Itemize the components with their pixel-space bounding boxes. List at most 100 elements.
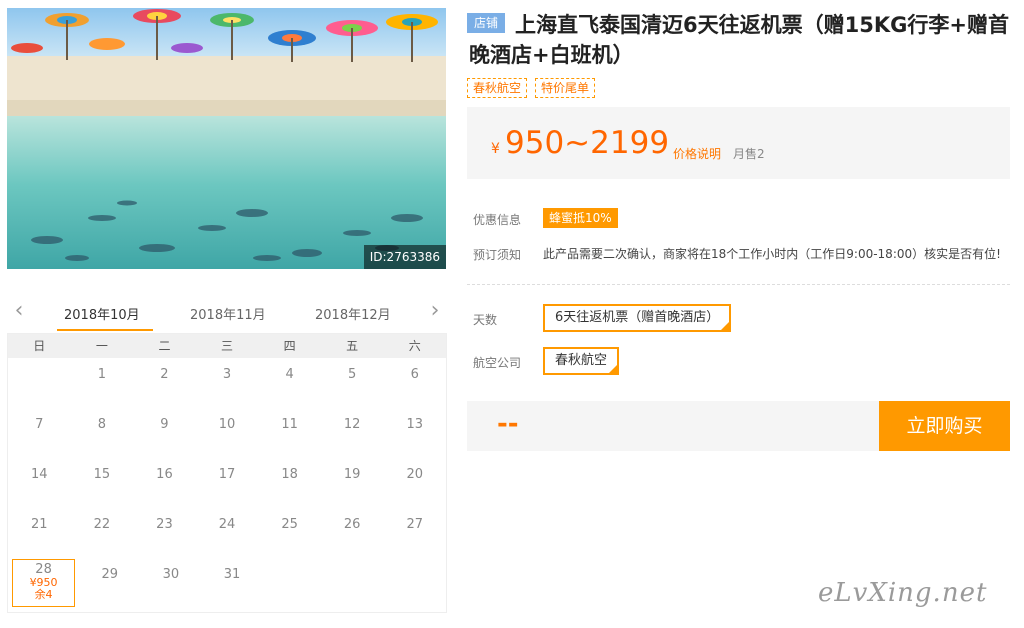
- weekday-label: 三: [221, 339, 234, 353]
- calendar-day[interactable]: 27: [383, 508, 446, 558]
- site-watermark: eLvXing.net: [818, 578, 988, 608]
- tag-airline: 春秋航空: [467, 78, 528, 98]
- calendar-empty-cell: [324, 558, 385, 608]
- day-number: 9: [160, 417, 169, 432]
- booking-notice: 此产品需要二次确认，商家将在18个工作小时内（工作日9:00-18:00）核实是…: [543, 247, 1001, 261]
- calendar-day[interactable]: 7: [8, 408, 71, 458]
- day-number: 4: [285, 367, 294, 382]
- day-number: 5: [348, 367, 357, 382]
- day-number: 27: [406, 517, 424, 532]
- calendar-day[interactable]: 5: [321, 358, 384, 408]
- calendar-day[interactable]: 31: [201, 558, 262, 608]
- calendar-day[interactable]: 16: [133, 458, 196, 508]
- calendar-day[interactable]: 17: [196, 458, 259, 508]
- product-photo: ID:2763386: [7, 8, 446, 269]
- day-number: 29: [101, 567, 118, 582]
- calendar-day[interactable]: 3: [196, 358, 259, 408]
- weekday-label: 六: [408, 339, 421, 353]
- day-number: 30: [162, 567, 180, 582]
- weekday-label: 一: [95, 339, 108, 353]
- day-number: 17: [218, 467, 236, 482]
- price-box: ¥ 950~2199 价格说明 月售2: [467, 107, 1010, 179]
- chevron-right-icon[interactable]: ›: [425, 300, 445, 324]
- day-number: 22: [93, 517, 111, 532]
- calendar-day[interactable]: 10: [196, 408, 259, 458]
- calendar-week-row: 1 2 3 4 5 6: [8, 358, 446, 408]
- calendar-day[interactable]: 20: [383, 458, 446, 508]
- weekday-label: 五: [346, 339, 359, 353]
- calendar-day[interactable]: 30: [140, 558, 201, 608]
- day-number: 20: [406, 467, 424, 482]
- calendar-day[interactable]: 6: [383, 358, 446, 408]
- day-number: 3: [222, 367, 232, 382]
- calendar-day[interactable]: 11: [258, 408, 321, 458]
- promo-badge: 蜂蜜抵10%: [543, 208, 618, 228]
- calendar-days: 1 2 3 4 5 6 7 8 9 10 11 12 13 14 15 16 17 18 19 20 21 22 23 24 2…: [8, 358, 446, 608]
- weekday-label: 二: [158, 339, 171, 353]
- calendar-day[interactable]: 8: [71, 408, 134, 458]
- calendar-day[interactable]: 26: [321, 508, 384, 558]
- product-tags: 春秋航空 特价尾单: [467, 78, 596, 98]
- day-number: 1: [97, 367, 106, 382]
- calendar-day[interactable]: 22: [71, 508, 134, 558]
- calendar-day[interactable]: 29: [79, 558, 140, 608]
- day-number: 13: [406, 417, 424, 432]
- calendar-day-available[interactable]: 28 ¥950 余4: [12, 559, 76, 607]
- beach-photo-illustration: [7, 8, 446, 269]
- weekday-label: 日: [33, 339, 46, 353]
- day-number: 7: [35, 417, 44, 432]
- calendar-day[interactable]: 25: [258, 508, 321, 558]
- calendar-day[interactable]: 13: [383, 408, 446, 458]
- day-number: 18: [281, 467, 298, 482]
- day-number: 2: [160, 367, 169, 382]
- calendar-grid: 日 一 二 三 四 五 六 1 2 3 4 5 6 7 8 9 10 11 12 13 14 15 16 17 1…: [7, 333, 447, 613]
- calendar-day[interactable]: 15: [71, 458, 134, 508]
- calendar-day[interactable]: 9: [133, 408, 196, 458]
- weekday-header: 日 一 二 三 四 五 六: [8, 334, 446, 358]
- price-explanation-link[interactable]: 价格说明: [673, 145, 721, 162]
- weekday-label: 四: [283, 339, 296, 353]
- day-number: 8: [97, 417, 106, 432]
- calendar-day[interactable]: 14: [8, 458, 71, 508]
- calendar-empty-cell: [263, 558, 324, 608]
- calendar-day[interactable]: 19: [321, 458, 384, 508]
- calendar-day[interactable]: 18: [258, 458, 321, 508]
- calendar-day[interactable]: 12: [321, 408, 384, 458]
- airline-option[interactable]: 春秋航空: [543, 347, 620, 375]
- day-number: 21: [31, 517, 48, 532]
- day-number: 15: [93, 467, 111, 482]
- days-option[interactable]: 6天往返机票（赠首晚酒店）: [543, 304, 732, 332]
- section-divider: [467, 284, 1010, 285]
- calendar-week-row: 7 8 9 10 11 12 13: [8, 408, 446, 458]
- active-month-indicator: [57, 329, 153, 331]
- calendar-empty-cell: [8, 358, 71, 408]
- day-stock: 余4: [34, 588, 53, 601]
- day-number: 11: [281, 417, 298, 432]
- calendar-day[interactable]: 1: [71, 358, 134, 408]
- calendar-week-row: 14 15 16 17 18 19 20: [8, 458, 446, 508]
- month-tab-nov[interactable]: 2018年11月: [190, 304, 266, 323]
- day-number: 26: [343, 517, 361, 532]
- calendar-day[interactable]: 21: [8, 508, 71, 558]
- day-number: 23: [156, 517, 173, 532]
- monthly-sales: 月售2: [733, 147, 765, 161]
- promo-label: 优惠信息: [473, 213, 522, 227]
- calendar-day[interactable]: 23: [133, 508, 196, 558]
- product-title: 上海直飞泰国清迈6天往返机票（赠15KG行李+赠首晚酒店+白班机）: [469, 13, 1009, 67]
- day-number: 31: [223, 567, 241, 582]
- calendar-week-row: 28 ¥950 余4 29 30 31: [8, 558, 446, 608]
- day-number: 6: [410, 367, 419, 382]
- notice-label: 预订须知: [473, 248, 522, 262]
- calendar-week-row: 21 22 23 24 25 26 27: [8, 508, 446, 558]
- total-price: --: [497, 409, 519, 439]
- calendar-day[interactable]: 2: [133, 358, 196, 408]
- buy-now-button[interactable]: 立即购买: [879, 401, 1010, 451]
- calendar-day[interactable]: 4: [258, 358, 321, 408]
- month-tab-dec[interactable]: 2018年12月: [315, 304, 391, 323]
- month-tab-oct[interactable]: 2018年10月: [64, 304, 140, 323]
- currency-symbol: ¥: [491, 141, 500, 157]
- day-number: 25: [281, 517, 298, 532]
- calendar-empty-cell: [385, 558, 446, 608]
- calendar-day[interactable]: 24: [196, 508, 259, 558]
- chevron-left-icon[interactable]: ‹: [9, 300, 29, 324]
